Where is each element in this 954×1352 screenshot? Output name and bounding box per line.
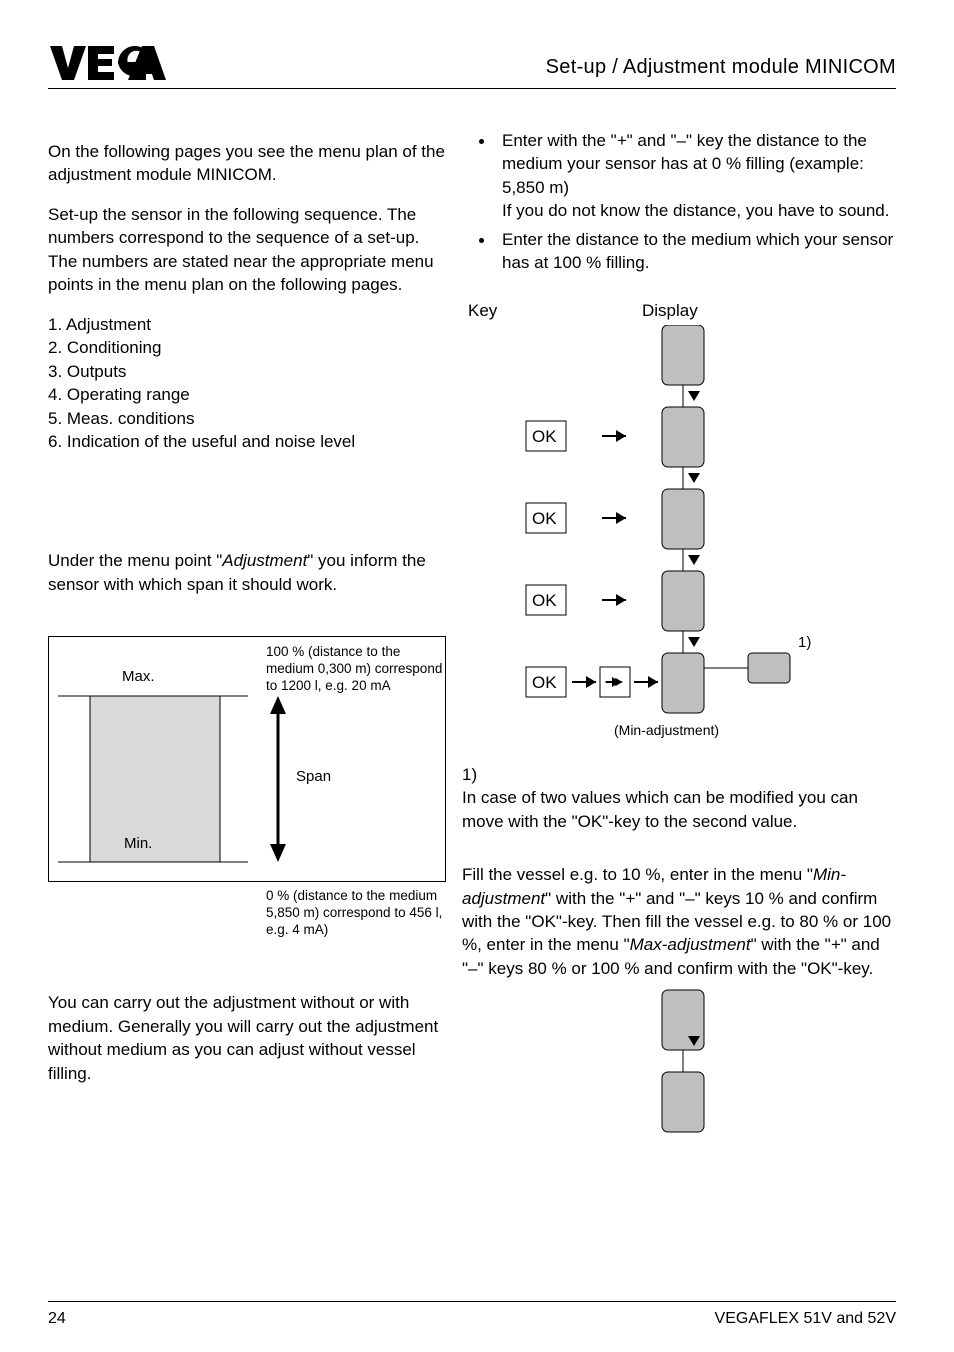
intro-paragraph-1: On the following pages you see the menu … <box>48 140 446 187</box>
adjustment-description: Under the menu point "Adjustment" you in… <box>48 549 446 596</box>
seq-item-6: 6. Indication of the useful and noise le… <box>48 430 446 453</box>
ok-label-2: OK <box>532 509 557 528</box>
seq-item-4: 4. Operating range <box>48 383 446 406</box>
key-label: Key <box>462 301 642 321</box>
intro-paragraph-2: Set-up the sensor in the following seque… <box>48 203 446 297</box>
seq-item-1: 1. Adjustment <box>48 313 446 336</box>
diag-span-label: Span <box>296 768 331 785</box>
bullet-list: Enter with the "+" and "–" key the dista… <box>462 128 902 275</box>
note-1-body: In case of two values which can be modif… <box>462 786 902 833</box>
note-1: 1) In case of two values which can be mo… <box>462 763 902 833</box>
doc-reference: VEGAFLEX 51V and 52V <box>715 1310 896 1328</box>
footer-rule <box>48 1301 896 1302</box>
left-column: On the following pages you see the menu … <box>48 140 446 1101</box>
flow-diagram: OK OK OK OK 1) (Min-adjustment) <box>462 325 842 745</box>
header-title: Set-up / Adjustment module MINICOM <box>546 56 896 79</box>
diag-min-label: Min. <box>124 835 152 852</box>
brand-logo <box>48 42 168 82</box>
seq-item-2: 2. Conditioning <box>48 336 446 359</box>
key-display-header: Key Display <box>462 301 902 321</box>
min-adjustment-label: (Min-adjustment) <box>614 722 719 738</box>
header-rule <box>48 88 896 89</box>
display-label: Display <box>642 301 698 321</box>
page: Set-up / Adjustment module MINICOM On th… <box>0 0 954 1352</box>
adj-ital: Adjustment <box>222 551 307 570</box>
ok-label-4: OK <box>532 673 557 692</box>
bullet-2: Enter the distance to the medium which y… <box>496 227 902 275</box>
adj-pre: Under the menu point " <box>48 551 222 570</box>
ok-label-3: OK <box>532 591 557 610</box>
page-number: 24 <box>48 1310 66 1328</box>
ok-label-1: OK <box>532 427 557 446</box>
carryout-paragraph: You can carry out the adjustment without… <box>48 991 446 1085</box>
diag-top-note: 100 % (distance to the medium 0,300 m) c… <box>266 644 444 695</box>
diag-bottom-note: 0 % (distance to the medium 5,850 m) cor… <box>266 888 444 939</box>
sequence-list: 1. Adjustment 2. Conditioning 3. Outputs… <box>48 313 446 454</box>
small-flow-diagram <box>462 986 902 1146</box>
fill-paragraph: Fill the vessel e.g. to 10 %, enter in t… <box>462 863 902 980</box>
diag-max-label: Max. <box>122 668 155 685</box>
bullet-1: Enter with the "+" and "–" key the dista… <box>496 128 902 223</box>
note-1-number: 1) <box>462 763 902 786</box>
seq-item-5: 5. Meas. conditions <box>48 407 446 430</box>
span-diagram: Max. Min. Span 100 % (distance to the me… <box>48 636 446 956</box>
seq-item-3: 3. Outputs <box>48 360 446 383</box>
one-paren: 1) <box>798 634 811 651</box>
right-column: Enter with the "+" and "–" key the dista… <box>462 128 902 1151</box>
